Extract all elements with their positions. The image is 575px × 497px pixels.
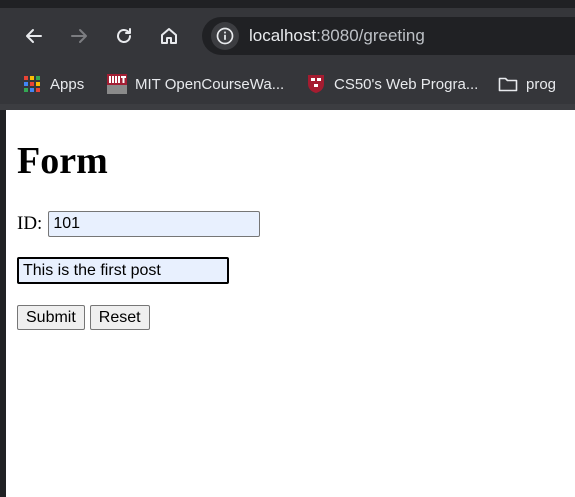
address-bar[interactable]: localhost:8080/greeting <box>202 17 575 55</box>
bookmark-apps[interactable]: Apps <box>22 73 84 95</box>
page-title: Form <box>17 140 108 182</box>
harvard-shield-icon <box>306 74 326 94</box>
site-info-button[interactable] <box>211 22 239 50</box>
home-icon <box>161 28 177 44</box>
apps-grid-icon <box>22 74 42 94</box>
url-host: localhost <box>249 26 317 45</box>
folder-icon <box>498 74 518 94</box>
forward-button[interactable] <box>65 22 93 50</box>
bookmark-prog-folder[interactable]: prog <box>498 73 556 95</box>
url-path: :8080/greeting <box>316 26 425 45</box>
reload-icon <box>117 28 131 43</box>
browser-toolbar: localhost:8080/greeting <box>0 8 575 64</box>
id-row: ID: <box>17 211 261 237</box>
bookmark-label: prog <box>526 75 557 93</box>
reload-button[interactable] <box>110 22 138 50</box>
bookmark-label: MIT OpenCourseWa... <box>135 75 285 93</box>
page-viewport: Form ID: Submit Reset <box>6 110 575 497</box>
id-label: ID: <box>17 213 43 234</box>
post-input[interactable] <box>17 257 229 284</box>
form-buttons: Submit Reset <box>17 305 150 330</box>
info-icon <box>216 27 234 45</box>
back-arrow-icon <box>26 29 42 43</box>
bookmarks-bar: Apps MIT OpenCourseWa... CS50's Web Prog… <box>0 64 575 104</box>
submit-button[interactable]: Submit <box>17 305 85 330</box>
bookmark-label: Apps <box>50 75 85 93</box>
forward-arrow-icon <box>71 29 87 43</box>
mit-ocw-icon <box>107 74 127 94</box>
reset-button[interactable]: Reset <box>89 305 150 330</box>
home-button[interactable] <box>155 22 183 50</box>
bookmark-label: CS50's Web Progra... <box>334 75 479 93</box>
bookmark-cs50[interactable]: CS50's Web Progra... <box>306 73 478 95</box>
id-input[interactable] <box>48 211 261 237</box>
bookmark-mit-ocw[interactable]: MIT OpenCourseWa... <box>107 73 284 95</box>
back-button[interactable] <box>20 22 48 50</box>
url-text[interactable]: localhost:8080/greeting <box>249 26 425 46</box>
